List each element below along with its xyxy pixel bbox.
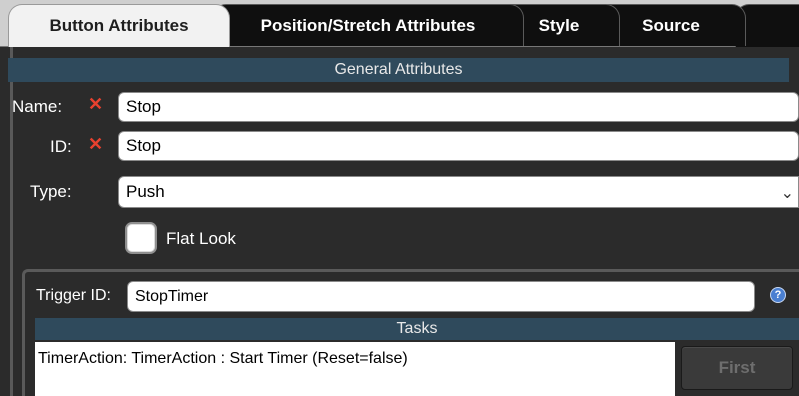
name-input[interactable]: Stop — [118, 92, 799, 122]
flat-look-label: Flat Look — [166, 229, 236, 248]
trigger-id-input[interactable]: StopTimer — [127, 281, 755, 312]
id-input[interactable]: Stop — [118, 131, 799, 161]
name-label: Name: — [12, 97, 63, 116]
id-label: ID: — [50, 137, 72, 156]
help-icon[interactable]: ? — [770, 287, 786, 303]
flat-look-checkbox[interactable] — [125, 222, 157, 254]
tab-button-attributes[interactable]: Button Attributes — [8, 4, 230, 47]
x-icon: ✕ — [88, 134, 104, 154]
x-icon: ✕ — [88, 94, 104, 114]
type-label: Type: — [30, 182, 72, 201]
list-item[interactable]: TimerAction: TimerAction : Start Timer (… — [38, 350, 675, 368]
tab-strip: Source Style Position/Stretch Attributes… — [0, 0, 799, 47]
type-select[interactable]: Push ⌄ — [118, 176, 799, 208]
general-attributes-header: General Attributes — [8, 58, 789, 82]
first-button[interactable]: First — [681, 346, 793, 390]
tasks-header: Tasks — [35, 318, 799, 340]
tab-position-stretch-attributes[interactable]: Position/Stretch Attributes — [212, 4, 524, 46]
type-select-value: Push — [126, 182, 165, 201]
chevron-down-icon[interactable]: ⌄ — [781, 183, 794, 203]
tasks-list[interactable]: TimerAction: TimerAction : Start Timer (… — [35, 342, 675, 396]
trigger-id-label: Trigger ID: — [36, 287, 111, 304]
